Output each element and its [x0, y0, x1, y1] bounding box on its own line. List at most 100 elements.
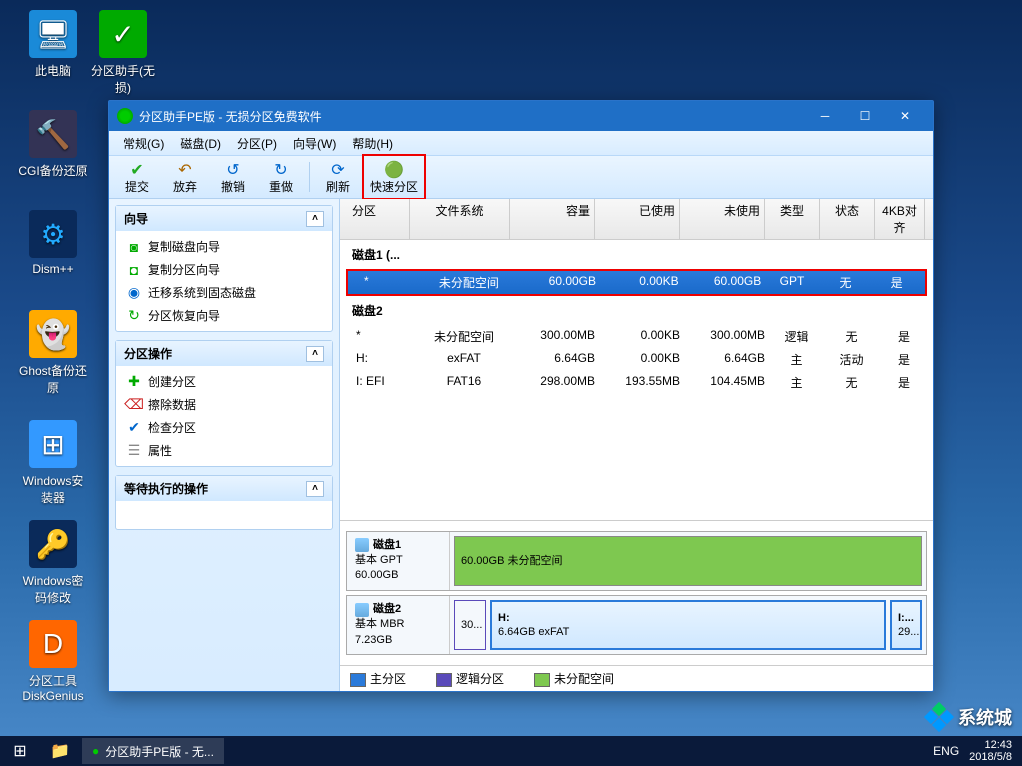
close-button[interactable]: ✕	[885, 104, 925, 128]
desktop: 🖥此电脑 ✓分区助手(无损) 🔨CGI备份还原 ⚙Dism++ 👻Ghost备份…	[0, 0, 1022, 766]
menu-partition[interactable]: 分区(P)	[229, 135, 285, 152]
panel-wizard: 向导 ˄ ◙复制磁盘向导 ◘复制分区向导 ◉迁移系统到固态磁盘 ↻分区恢复向导	[115, 205, 333, 332]
diskmap-bar-primary[interactable]: H:6.64GB exFAT	[490, 600, 886, 650]
panel-pending-title: 等待执行的操作	[124, 480, 208, 497]
col-capacity[interactable]: 容量	[510, 199, 595, 239]
collapse-icon[interactable]: ˄	[306, 346, 324, 362]
wizard-migrate-ssd[interactable]: ◉迁移系统到固态磁盘	[116, 281, 332, 304]
check-icon: ✔	[126, 420, 142, 436]
menu-general[interactable]: 常规(G)	[115, 135, 172, 152]
panel-wizard-title: 向导	[124, 210, 148, 227]
disk-icon	[355, 538, 369, 552]
op-properties[interactable]: ☰属性	[116, 439, 332, 462]
diskmap-area: 磁盘1 基本 GPT 60.00GB 60.00GB 未分配空间 磁盘2 基本 …	[340, 520, 933, 665]
table-row[interactable]: I: EFIFAT16298.00MB193.55MB104.45MB主无是	[340, 371, 933, 394]
diskmap-bar-logical[interactable]: 30...	[454, 600, 486, 650]
create-icon: ✚	[126, 374, 142, 390]
start-button[interactable]: ⊞	[0, 736, 40, 766]
tray-lang[interactable]: ENG	[933, 744, 959, 758]
col-4k[interactable]: 4KB对齐	[875, 199, 925, 239]
toolbar: ✔提交 ↶放弃 ↺撤销 ↻重做 ⟳刷新 🟢快速分区	[109, 156, 933, 199]
wipe-icon: ⌫	[126, 397, 142, 413]
disk-icon: ◙	[126, 239, 142, 255]
recover-icon: ↻	[126, 308, 142, 324]
tb-quick-partition[interactable]: 🟢快速分区	[365, 157, 423, 197]
col-partition[interactable]: 分区	[340, 199, 410, 239]
tb-redo[interactable]: ↻重做	[257, 157, 305, 197]
taskbar-explorer[interactable]: 📁	[40, 736, 80, 766]
disk-icon	[355, 603, 369, 617]
legend-logical: 逻辑分区	[436, 670, 504, 687]
grid-header: 分区 文件系统 容量 已使用 未使用 类型 状态 4KB对齐	[340, 199, 933, 240]
col-free[interactable]: 未使用	[680, 199, 765, 239]
watermark-icon	[926, 704, 952, 730]
sidebar: 向导 ˄ ◙复制磁盘向导 ◘复制分区向导 ◉迁移系统到固态磁盘 ↻分区恢复向导 分…	[109, 199, 340, 691]
disk2-header[interactable]: 磁盘2	[340, 296, 933, 325]
panel-ops-title: 分区操作	[124, 345, 172, 362]
menu-disk[interactable]: 磁盘(D)	[172, 135, 229, 152]
grid-body: 磁盘1 (... * 未分配空间 60.00GB 0.00KB 60.00GB …	[340, 240, 933, 520]
desktop-icon-cgi-backup[interactable]: 🔨CGI备份还原	[18, 110, 88, 179]
collapse-icon[interactable]: ˄	[306, 481, 324, 497]
diskmap-bar-unallocated[interactable]: 60.00GB 未分配空间	[454, 536, 922, 586]
desktop-icon-partition-assistant[interactable]: ✓分区助手(无损)	[88, 10, 158, 96]
tb-discard[interactable]: ↶放弃	[161, 157, 209, 197]
diskmap-label: 磁盘2 基本 MBR 7.23GB	[347, 596, 450, 654]
minimize-button[interactable]: ─	[805, 104, 845, 128]
tb-quick-partition-highlight: 🟢快速分区	[362, 154, 426, 200]
desktop-icon-this-pc[interactable]: 🖥此电脑	[18, 10, 88, 79]
table-row[interactable]: * 未分配空间 60.00GB 0.00KB 60.00GB GPT 无 是	[348, 271, 925, 294]
ssd-icon: ◉	[126, 285, 142, 301]
menu-help[interactable]: 帮助(H)	[344, 135, 401, 152]
wizard-copy-partition[interactable]: ◘复制分区向导	[116, 258, 332, 281]
menu-wizard[interactable]: 向导(W)	[285, 135, 344, 152]
op-wipe-data[interactable]: ⌫擦除数据	[116, 393, 332, 416]
diskmap-disk1[interactable]: 磁盘1 基本 GPT 60.00GB 60.00GB 未分配空间	[346, 531, 927, 591]
titlebar[interactable]: 分区助手PE版 - 无损分区免费软件 ─ ☐ ✕	[109, 101, 933, 131]
panel-partition-ops: 分区操作 ˄ ✚创建分区 ⌫擦除数据 ✔检查分区 ☰属性	[115, 340, 333, 467]
panel-pending: 等待执行的操作 ˄	[115, 475, 333, 530]
desktop-icon-dism[interactable]: ⚙Dism++	[18, 210, 88, 276]
tray-clock[interactable]: 12:43 2018/5/8	[969, 739, 1012, 763]
partition-icon: ◘	[126, 262, 142, 278]
legend-unallocated: 未分配空间	[534, 670, 614, 687]
wizard-recover-partition[interactable]: ↻分区恢复向导	[116, 304, 332, 327]
taskbar: ⊞ 📁 ●分区助手PE版 - 无... ENG 12:43 2018/5/8	[0, 736, 1022, 766]
col-type[interactable]: 类型	[765, 199, 820, 239]
col-used[interactable]: 已使用	[595, 199, 680, 239]
system-tray: ENG 12:43 2018/5/8	[923, 739, 1022, 763]
taskbar-app[interactable]: ●分区助手PE版 - 无...	[82, 738, 224, 764]
desktop-icon-diskgenius[interactable]: D分区工具DiskGenius	[18, 620, 88, 703]
op-create-partition[interactable]: ✚创建分区	[116, 370, 332, 393]
app-logo-icon	[117, 108, 133, 124]
menubar: 常规(G) 磁盘(D) 分区(P) 向导(W) 帮助(H)	[109, 131, 933, 156]
diskmap-label: 磁盘1 基本 GPT 60.00GB	[347, 532, 450, 590]
tb-commit[interactable]: ✔提交	[113, 157, 161, 197]
legend: 主分区 逻辑分区 未分配空间	[340, 665, 933, 691]
op-check-partition[interactable]: ✔检查分区	[116, 416, 332, 439]
desktop-icon-ghost[interactable]: 👻Ghost备份还原	[18, 310, 88, 396]
diskmap-disk2[interactable]: 磁盘2 基本 MBR 7.23GB 30... H:6.64GB exFAT I…	[346, 595, 927, 655]
table-row[interactable]: H:exFAT6.64GB0.00KB6.64GB主活动是	[340, 348, 933, 371]
app-window: 分区助手PE版 - 无损分区免费软件 ─ ☐ ✕ 常规(G) 磁盘(D) 分区(…	[108, 100, 934, 692]
tb-undo[interactable]: ↺撤销	[209, 157, 257, 197]
col-status[interactable]: 状态	[820, 199, 875, 239]
props-icon: ☰	[126, 443, 142, 459]
wizard-copy-disk[interactable]: ◙复制磁盘向导	[116, 235, 332, 258]
watermark: 系统城	[926, 704, 1012, 730]
diskmap-bar-primary[interactable]: I:...29...	[890, 600, 922, 650]
toolbar-separator	[309, 162, 310, 192]
table-row[interactable]: *未分配空间300.00MB0.00KB300.00MB逻辑无是	[340, 325, 933, 348]
disk1-highlight: * 未分配空间 60.00GB 0.00KB 60.00GB GPT 无 是	[346, 269, 927, 296]
desktop-icon-win-install[interactable]: ⊞Windows安装器	[18, 420, 88, 506]
legend-primary: 主分区	[350, 670, 406, 687]
collapse-icon[interactable]: ˄	[306, 211, 324, 227]
main-area: 分区 文件系统 容量 已使用 未使用 类型 状态 4KB对齐 磁盘1 (... …	[340, 199, 933, 691]
desktop-icon-win-password[interactable]: 🔑Windows密码修改	[18, 520, 88, 606]
col-filesystem[interactable]: 文件系统	[410, 199, 510, 239]
window-title: 分区助手PE版 - 无损分区免费软件	[139, 108, 805, 125]
tb-refresh[interactable]: ⟳刷新	[314, 157, 362, 197]
disk1-header[interactable]: 磁盘1 (...	[340, 240, 933, 269]
app-icon: ●	[92, 744, 99, 758]
maximize-button[interactable]: ☐	[845, 104, 885, 128]
